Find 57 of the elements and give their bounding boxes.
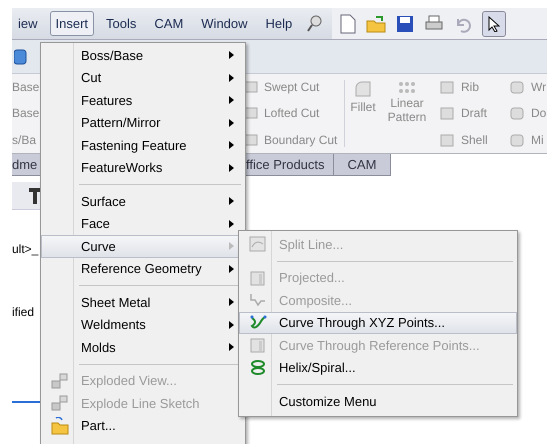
fillet-icon [354, 80, 372, 98]
menu-item[interactable]: Part... [41, 414, 245, 437]
open-folder-icon[interactable] [366, 14, 386, 32]
feature-tool-icon [439, 105, 455, 122]
submenu-arrow-icon [229, 264, 234, 273]
menu-bar-item[interactable]: Help [260, 10, 298, 36]
submenu-arrow-icon [229, 242, 234, 250]
cut-tool-icon [244, 80, 258, 94]
exploded-parts-icon [51, 394, 69, 412]
menu-item[interactable]: Fastening Feature [41, 134, 245, 156]
box-icon [249, 336, 267, 354]
submenu-arrow-icon [229, 51, 234, 60]
cut-tool-icon [244, 106, 258, 120]
menu-item[interactable]: FeatureWorks [41, 156, 245, 179]
submenu-arrow-icon [229, 96, 234, 104]
menu-bar-item[interactable]: Tools [100, 10, 142, 36]
submenu-arrow-icon [229, 343, 234, 352]
submenu-arrow-icon [229, 74, 234, 82]
exploded-parts-icon [51, 372, 69, 390]
helix-icon [249, 358, 267, 377]
menu-bar-item[interactable]: Insert [50, 10, 94, 36]
menu-item[interactable]: Pattern/Mirror [41, 112, 245, 134]
tab[interactable]: dme [12, 154, 42, 176]
submenu-arrow-icon [229, 298, 234, 306]
submenu-arrow-icon [229, 164, 234, 172]
menu-item[interactable]: Features [41, 89, 245, 112]
submenu-arrow-icon [229, 320, 234, 329]
new-document-icon[interactable] [340, 14, 356, 34]
menu-item[interactable]: Cut [41, 66, 245, 89]
feature-tool-icon [509, 105, 525, 122]
folder-icon [51, 416, 69, 435]
select-button[interactable] [482, 10, 506, 36]
tree-item[interactable]: ified [12, 303, 42, 321]
menu-bar-item[interactable]: iew [12, 10, 44, 36]
menu-bar-item[interactable]: Window [195, 10, 254, 36]
feature-tool-icon [439, 132, 455, 148]
menu-item[interactable]: Curve Through XYZ Points... [239, 312, 517, 334]
submenu-arrow-icon [229, 197, 234, 206]
menu-bar-item[interactable]: CAM [148, 10, 190, 36]
dot-grid-icon [398, 80, 416, 96]
feature-tool-icon [509, 79, 525, 96]
tab[interactable]: ffice Products [244, 154, 334, 176]
tab[interactable]: CAM [334, 154, 392, 176]
submenu-arrow-icon [229, 220, 234, 228]
submenu-arrow-icon [229, 141, 234, 150]
printer-icon[interactable] [424, 14, 444, 32]
menu-item[interactable]: Boss/Base [41, 44, 245, 66]
box-icon [249, 268, 267, 287]
pointer-icon [488, 16, 500, 32]
feature-tool-icon [439, 79, 455, 96]
cut-tool-icon [244, 132, 258, 147]
tree-item[interactable]: ult>_ [12, 240, 42, 258]
menu-item[interactable]: Surface [41, 190, 245, 212]
submenu-arrow-icon [229, 118, 234, 127]
feature-tool-icon [509, 132, 525, 148]
menu-item[interactable]: Face [41, 212, 245, 235]
save-icon[interactable] [396, 14, 414, 32]
